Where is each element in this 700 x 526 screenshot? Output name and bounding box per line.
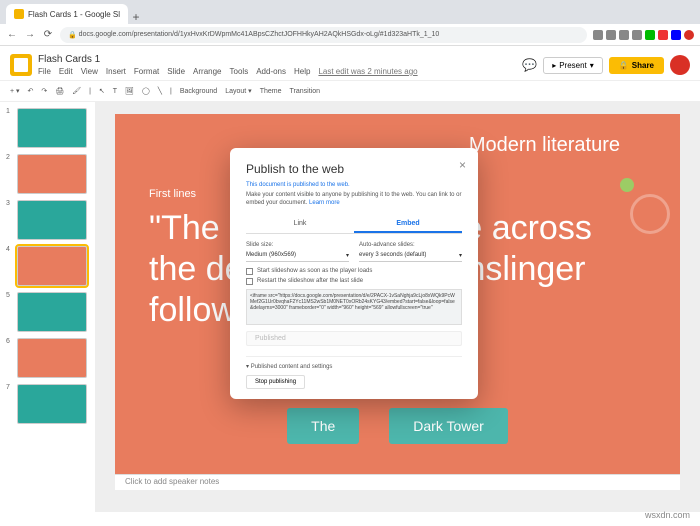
- auto-advance-select[interactable]: every 3 seconds (default)▾: [359, 250, 462, 262]
- published-content-section[interactable]: Published content and settings: [246, 363, 462, 370]
- tab-link[interactable]: Link: [246, 216, 354, 233]
- publish-status: This document is published to the web.: [246, 182, 462, 188]
- checkbox-restart-slideshow[interactable]: Restart the slideshow after the last sli…: [246, 278, 462, 285]
- checkbox-icon: [246, 268, 253, 275]
- divider: [246, 356, 462, 357]
- stop-publishing-button[interactable]: Stop publishing: [246, 375, 305, 389]
- checkbox-start-slideshow[interactable]: Start slideshow as soon as the player lo…: [246, 268, 462, 275]
- slide-size-select[interactable]: Medium (960x569)▾: [246, 250, 349, 262]
- publish-description: Make your content visible to anyone by p…: [246, 192, 462, 208]
- dialog-title: Publish to the web: [246, 162, 462, 176]
- dialog-tabs: Link Embed: [246, 216, 462, 234]
- auto-advance-label: Auto-advance slides:: [359, 242, 462, 248]
- close-icon[interactable]: ×: [459, 158, 466, 172]
- checkbox-icon: [246, 278, 253, 285]
- watermark: wsxdn.com: [645, 510, 690, 520]
- slide-size-label: Slide size:: [246, 242, 349, 248]
- chevron-down-icon: ▾: [459, 252, 462, 259]
- publish-dialog: × Publish to the web This document is pu…: [230, 148, 478, 399]
- chevron-down-icon: ▾: [346, 252, 349, 259]
- tab-embed[interactable]: Embed: [354, 216, 462, 233]
- learn-more-link[interactable]: Learn more: [309, 200, 340, 206]
- published-button: Published: [246, 331, 462, 346]
- embed-code-field[interactable]: <iframe src="https://docs.google.com/pre…: [246, 289, 462, 325]
